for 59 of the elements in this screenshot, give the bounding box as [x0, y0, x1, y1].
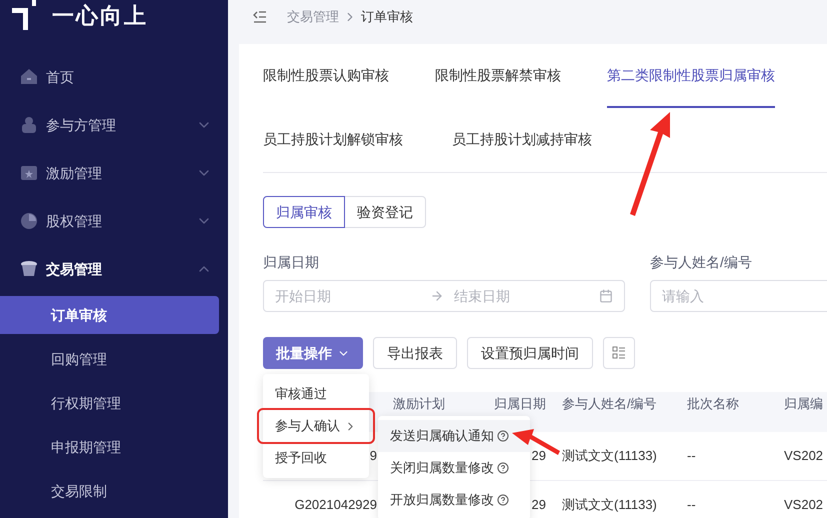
menu-item[interactable]: 发送归属确认通知 [378, 420, 530, 452]
tab[interactable]: 员工持股计划减持审核 [452, 108, 592, 172]
menu-item[interactable]: 开放归属数量修改 [378, 484, 530, 516]
column-settings-button[interactable] [603, 337, 635, 369]
table-cell: -- [687, 497, 696, 512]
table-cell: 29 [532, 497, 546, 512]
sidebar-subitem[interactable]: 交易限制 [0, 472, 219, 510]
sidebar-item[interactable]: 参与方管理 [0, 101, 228, 149]
column-header: 归属编 [784, 396, 823, 411]
arrow-right-icon [430, 289, 444, 303]
sidebar-subitem[interactable]: 回购管理 [0, 340, 219, 378]
menu-item[interactable]: 关闭归属数量修改 [378, 452, 530, 484]
calendar-icon [599, 289, 613, 303]
column-header: 激励计划 [393, 396, 445, 411]
table-cell: VS202 [784, 448, 824, 464]
menu-item[interactable]: 授予回收 [263, 442, 369, 474]
tab[interactable]: 第二类限制性股票归属审核 [607, 44, 775, 108]
list-layout-icon [612, 346, 626, 360]
tab[interactable]: 限制性股票认购审核 [263, 44, 389, 108]
table-cell: 测试文文(11133) [562, 448, 657, 464]
table-cell: 9 [370, 448, 377, 464]
person-icon [20, 116, 38, 134]
field-label: 参与人姓名/编号 [650, 253, 753, 272]
sidebar-subitem[interactable]: 申报期管理 [0, 428, 219, 466]
export-button[interactable]: 导出报表 [373, 337, 457, 369]
column-header: 归属日期 [494, 396, 546, 411]
sidebar-item[interactable]: 交易管理 [0, 245, 228, 293]
help-icon [497, 494, 509, 506]
table-cell: 测试文文(11133) [562, 497, 657, 512]
sidebar-item[interactable]: 激励管理 [0, 149, 228, 197]
table-cell: -- [687, 448, 696, 464]
set-time-button[interactable]: 设置预归属时间 [467, 337, 593, 369]
batch-operation-button[interactable]: 批量操作 [263, 337, 363, 369]
pie-icon [20, 212, 38, 230]
column-header: 参与人姓名/编号 [562, 396, 657, 411]
table-cell: VS202 [784, 497, 824, 512]
tab[interactable]: 限制性股票解禁审核 [435, 44, 561, 108]
segment-tab[interactable]: 归属审核 [263, 196, 345, 228]
menu-item[interactable]: 参与人确认 [259, 410, 373, 442]
menu-collapse-icon[interactable] [253, 10, 267, 22]
table-cell: G2021042929 [294, 497, 377, 512]
table-cell: 29 [532, 448, 546, 464]
sidebar-subitem[interactable]: 订单审核 [0, 296, 219, 334]
logo-text: 一心向上 [52, 3, 148, 29]
segment-tab[interactable]: 验资登记 [344, 196, 426, 228]
breadcrumb-current: 订单审核 [361, 8, 413, 26]
sidebar-subitem[interactable]: 行权期管理 [0, 384, 219, 422]
house-icon [20, 68, 38, 86]
cup-icon [20, 260, 38, 278]
menu-item[interactable]: 审核通过 [263, 378, 369, 410]
column-header: 批次名称 [687, 396, 739, 411]
field-label: 归属日期 [263, 253, 320, 272]
help-icon [497, 430, 509, 442]
help-icon [497, 462, 509, 474]
name-search-field[interactable]: 请输入 [650, 280, 827, 312]
tab[interactable]: 员工持股计划解锁审核 [263, 108, 403, 172]
sidebar-item[interactable]: 股权管理 [0, 197, 228, 245]
star-card-icon [20, 164, 38, 182]
sidebar-item[interactable]: 首页 [0, 53, 228, 101]
